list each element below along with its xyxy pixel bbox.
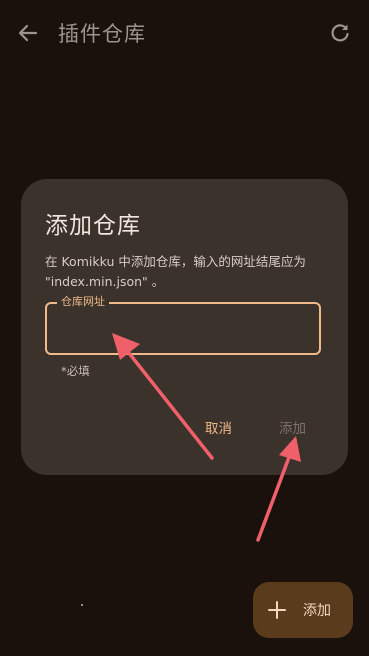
app-bar: 插件仓库 xyxy=(0,0,369,64)
page-title: 插件仓库 xyxy=(58,22,146,46)
refresh-button[interactable] xyxy=(327,20,353,46)
dialog-description: 在 Komikku 中添加仓库，输入的网址结尾应为 "index.min.jso… xyxy=(45,254,306,289)
add-button[interactable]: 添加 xyxy=(279,417,306,437)
plus-icon xyxy=(268,601,286,619)
add-repo-dialog: 添加仓库 在 Komikku 中添加仓库，输入的网址结尾应为 "index.mi… xyxy=(21,179,348,475)
repo-url-field[interactable]: 仓库网址 xyxy=(45,295,321,355)
refresh-icon xyxy=(331,24,349,42)
add-fab-button[interactable]: 添加 xyxy=(253,582,353,638)
repo-url-input[interactable] xyxy=(47,304,319,353)
cancel-button[interactable]: 取消 xyxy=(205,417,232,437)
required-helper-text: *必填 xyxy=(61,364,90,378)
arrow-left-icon xyxy=(18,24,38,42)
decorative-dot xyxy=(81,604,83,606)
back-button[interactable] xyxy=(14,19,42,47)
dialog-title: 添加仓库 xyxy=(45,213,141,239)
fab-label: 添加 xyxy=(303,603,331,619)
